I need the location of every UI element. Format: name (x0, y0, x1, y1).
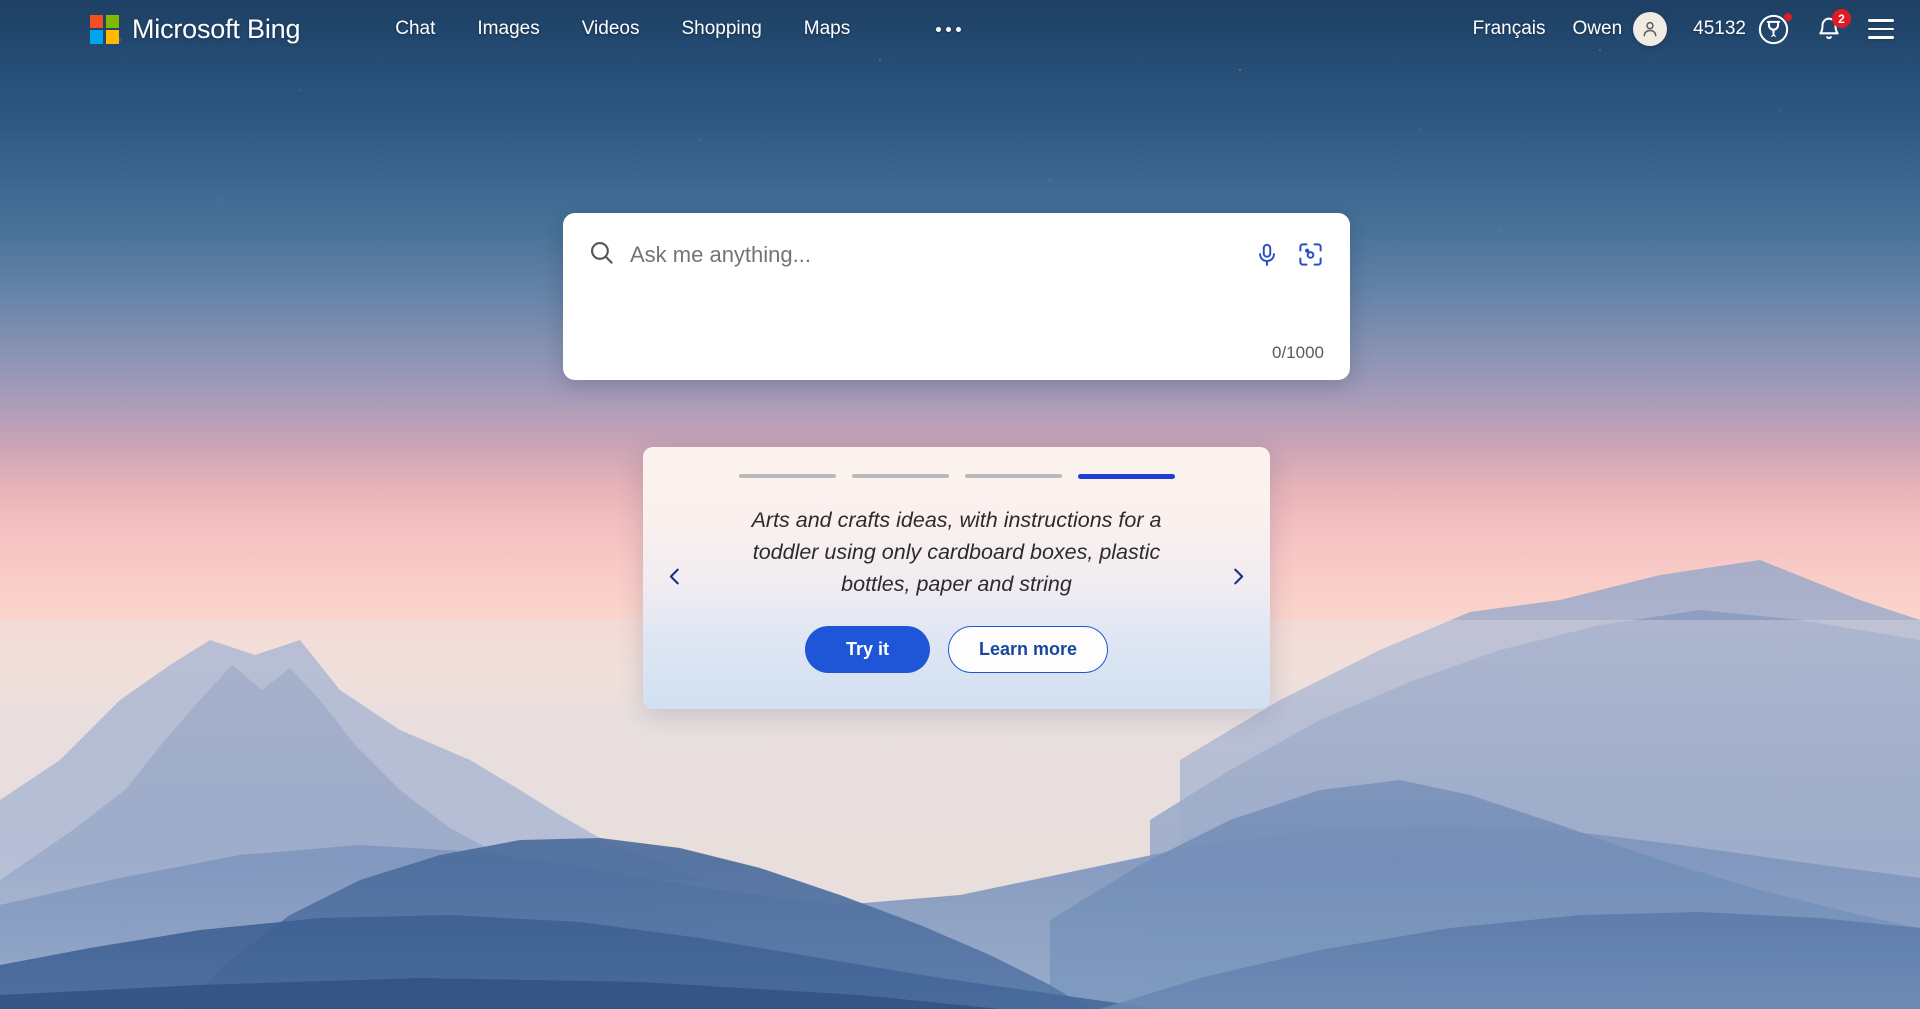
avatar (1633, 12, 1668, 46)
search-input[interactable] (630, 241, 1254, 268)
learn-more-button[interactable]: Learn more (947, 626, 1109, 673)
brand-title: Microsoft Bing (132, 13, 301, 44)
nav-item-maps[interactable]: Maps (804, 18, 850, 40)
carousel-pagination-bar-2[interactable] (851, 474, 949, 478)
carousel-pagination-bar-3[interactable] (964, 474, 1062, 478)
language-selector[interactable]: Français (1473, 18, 1546, 40)
person-icon (1643, 21, 1657, 37)
rewards-alert-dot-icon (1784, 12, 1792, 21)
visual-search-icon[interactable] (1297, 241, 1324, 268)
rewards-button[interactable]: 45132 (1693, 12, 1792, 46)
promo-actions: Try it Learn more (717, 626, 1196, 673)
rewards-points: 45132 (1693, 18, 1746, 39)
more-menu-button[interactable] (936, 26, 962, 32)
search-icon (588, 239, 615, 271)
ellipsis-dot-icon (946, 26, 952, 32)
carousel-prev-button[interactable] (658, 556, 692, 601)
promo-content: Arts and crafts ideas, with instructions… (717, 504, 1196, 673)
nav-item-videos[interactable]: Videos (582, 18, 640, 40)
chevron-left-icon (664, 562, 686, 595)
ellipsis-dot-icon (956, 26, 962, 32)
carousel-pagination-bar-1[interactable] (738, 474, 836, 478)
hamburger-menu-icon[interactable] (1868, 19, 1894, 39)
nav-item-chat[interactable]: Chat (395, 18, 435, 40)
main-navigation: Chat Images Videos Shopping Maps (395, 18, 962, 40)
ellipsis-dot-icon (936, 26, 942, 32)
notification-count-badge: 2 (1832, 9, 1851, 28)
carousel-next-button[interactable] (1221, 556, 1255, 601)
bing-logo-link[interactable]: Microsoft Bing (90, 14, 300, 45)
carousel-pagination (643, 447, 1270, 479)
character-counter: 0/1000 (1272, 343, 1324, 362)
account-name: Owen (1572, 18, 1623, 39)
search-action-icons (1254, 241, 1324, 268)
carousel-pagination-bar-4[interactable] (1077, 474, 1175, 479)
search-input-row (563, 213, 1350, 275)
notifications-button[interactable]: 2 (1816, 9, 1851, 42)
promo-suggestion-text: Arts and crafts ideas, with instructions… (751, 508, 1162, 596)
microsoft-logo-icon (90, 14, 119, 44)
promo-carousel-card: Arts and crafts ideas, with instructions… (643, 447, 1270, 709)
header-actions: Français Owen 45132 2 (1473, 9, 1894, 46)
nav-item-images[interactable]: Images (477, 18, 539, 40)
chevron-right-icon (1227, 562, 1249, 595)
try-it-button[interactable]: Try it (804, 626, 930, 673)
microphone-icon[interactable] (1254, 242, 1280, 268)
nav-item-shopping[interactable]: Shopping (681, 18, 761, 40)
site-header: Microsoft Bing Chat Images Videos Shoppi… (0, 0, 1920, 58)
account-button[interactable]: Owen (1573, 12, 1668, 46)
search-box: 0/1000 (563, 213, 1350, 380)
